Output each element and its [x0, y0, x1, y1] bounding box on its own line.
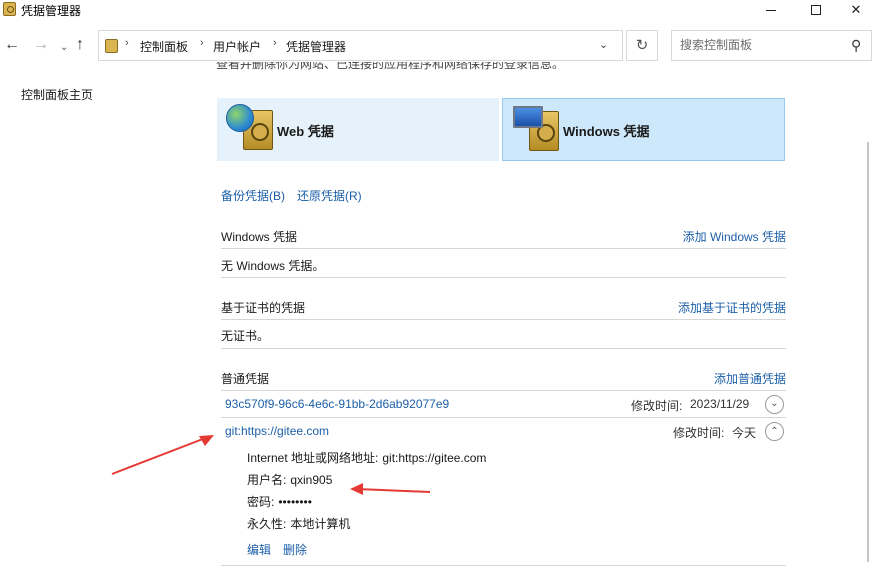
credential-manager-icon	[3, 2, 16, 16]
recent-locations-chevron-icon[interactable]: ⌄	[60, 39, 68, 57]
address-row: Internet 地址或网络地址: git:https://gitee.com	[247, 449, 486, 466]
address-dropdown-chevron-icon[interactable]: ⌄	[599, 38, 608, 51]
persistence-value: 本地计算机	[290, 517, 351, 531]
search-box[interactable]: ⚲	[671, 30, 872, 61]
certificate-credentials-heading: 基于证书的凭据	[221, 301, 306, 315]
refresh-button[interactable]: ↻	[626, 30, 658, 61]
credential-name[interactable]: git:https://gitee.com	[225, 424, 329, 438]
up-arrow-icon[interactable]: ↑	[76, 36, 84, 54]
modified-date: 今天	[732, 426, 757, 440]
maximize-button[interactable]	[794, 0, 840, 22]
control-panel-icon	[105, 39, 118, 53]
delete-credential-link[interactable]: 删除	[283, 541, 307, 558]
divider	[221, 348, 786, 349]
intro-text: 查看并删除你为网站、已连接的应用程序和网络保存的登录信息。	[216, 62, 565, 71]
expand-chevron-icon[interactable]: ⌄	[765, 395, 784, 414]
annotation-arrow-username	[350, 483, 431, 495]
address-label: Internet 地址或网络地址:	[247, 451, 379, 465]
minimize-button[interactable]	[748, 0, 794, 22]
annotation-arrow-credential	[111, 435, 214, 475]
divider	[221, 417, 786, 418]
divider	[221, 248, 786, 249]
web-credentials-label: Web 凭据	[277, 124, 334, 139]
search-input[interactable]	[680, 38, 840, 52]
username-row: 用户名: qxin905	[247, 471, 332, 488]
windows-credentials-heading: Windows 凭据	[221, 230, 298, 244]
globe-icon	[226, 104, 254, 132]
password-value: ••••••••	[278, 495, 312, 509]
generic-credentials-heading: 普通凭据	[221, 372, 270, 386]
windows-credentials-tab[interactable]: Windows 凭据	[502, 98, 785, 161]
vertical-scrollbar[interactable]	[864, 62, 872, 568]
back-arrow-icon[interactable]: ←	[4, 36, 20, 54]
divider	[221, 277, 786, 278]
forward-arrow-icon[interactable]: →	[33, 36, 49, 54]
minimize-icon	[766, 10, 776, 11]
divider	[221, 565, 786, 566]
add-generic-credential-link[interactable]: 添加普通凭据	[714, 370, 786, 387]
search-icon[interactable]: ⚲	[851, 37, 861, 54]
address-bar[interactable]: › 控制面板 › 用户帐户 › 凭据管理器 ⌄	[98, 30, 623, 61]
add-certificate-credential-link[interactable]: 添加基于证书的凭据	[678, 299, 786, 316]
maximize-icon	[811, 5, 821, 15]
window-title: 凭据管理器	[21, 4, 82, 18]
password-row: 密码: ••••••••	[247, 493, 312, 510]
breadcrumb-control-panel[interactable]: 控制面板	[140, 38, 188, 55]
username-value: qxin905	[290, 473, 333, 487]
breadcrumb-separator-icon: ›	[200, 37, 204, 49]
add-windows-credential-link[interactable]: 添加 Windows 凭据	[683, 228, 786, 245]
monitor-icon	[513, 106, 543, 128]
navigation-bar: ← → ⌄ ↑ › 控制面板 › 用户帐户 › 凭据管理器 ⌄ ↻ ⚲	[0, 30, 872, 62]
annotation-arrows	[111, 435, 431, 495]
edit-credential-link[interactable]: 编辑	[247, 541, 271, 558]
password-label: 密码:	[247, 495, 275, 509]
modified-label: 修改时间:	[673, 426, 725, 440]
persistence-row: 永久性: 本地计算机	[247, 515, 350, 532]
breadcrumb-user-accounts[interactable]: 用户帐户	[213, 38, 261, 55]
close-button[interactable]: ✕	[840, 0, 872, 22]
persistence-label: 永久性:	[247, 517, 287, 531]
modified-date: 2023/11/29	[690, 397, 750, 411]
backup-credentials-link[interactable]: 备份凭据(B)	[221, 187, 285, 204]
address-value: git:https://gitee.com	[382, 451, 487, 465]
modified-label: 修改时间:	[631, 399, 683, 413]
breadcrumb-separator-icon: ›	[273, 37, 277, 49]
restore-credentials-link[interactable]: 还原凭据(R)	[297, 187, 362, 204]
windows-credentials-label: Windows 凭据	[563, 124, 650, 139]
collapse-chevron-icon[interactable]: ⌃	[765, 422, 784, 441]
certificate-credentials-empty: 无证书。	[221, 329, 270, 343]
username-label: 用户名:	[247, 473, 287, 487]
scrollbar-thumb[interactable]	[867, 142, 869, 562]
windows-credentials-empty: 无 Windows 凭据。	[221, 259, 325, 273]
divider	[221, 390, 786, 391]
sidebar-item-control-panel-home[interactable]: 控制面板主页	[21, 86, 93, 103]
divider	[221, 319, 786, 320]
breadcrumb-credential-manager[interactable]: 凭据管理器	[286, 38, 346, 55]
credential-name[interactable]: 93c570f9-96c6-4e6c-91bb-2d6ab92077e9	[225, 397, 449, 411]
breadcrumb-separator-icon: ›	[125, 37, 129, 49]
title-bar: 凭据管理器 ✕	[0, 0, 872, 22]
web-credentials-tab[interactable]: Web 凭据	[217, 98, 499, 161]
